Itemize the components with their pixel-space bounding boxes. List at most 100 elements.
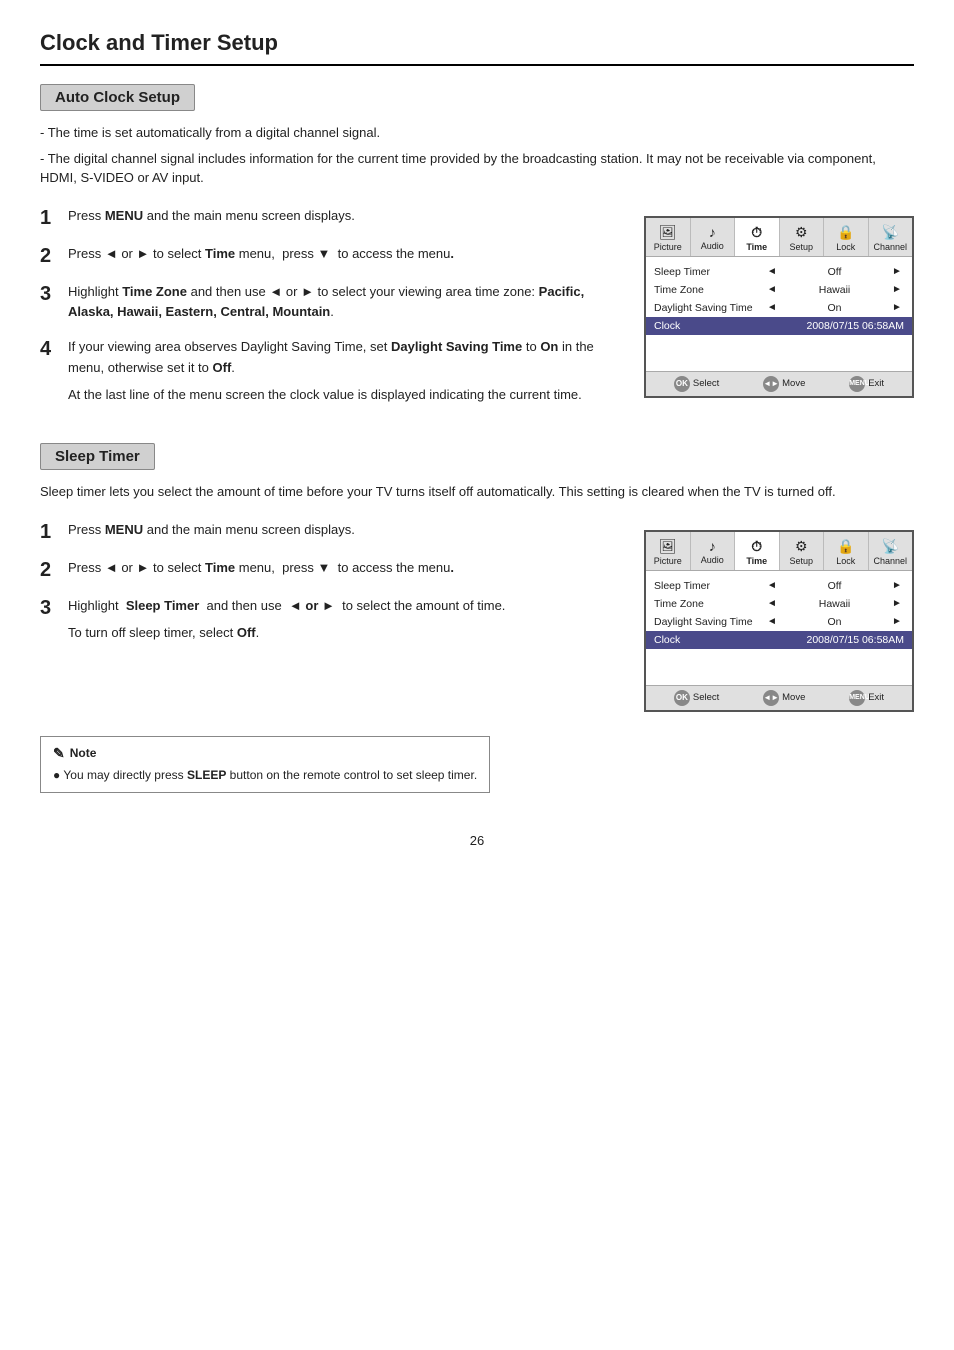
step-num-2: 2 xyxy=(40,244,58,268)
footer-exit-1: MENU Exit xyxy=(849,376,884,392)
sleep-timer-section: Sleep Timer Sleep timer lets you select … xyxy=(40,443,914,793)
audio-icon-1: ♪ xyxy=(693,224,733,240)
move-button-icon-1: ◄► xyxy=(763,376,779,392)
menu-footer-1: OK Select ◄► Move MENU Exit xyxy=(646,371,912,396)
channel-icon-1: 📡 xyxy=(871,224,911,241)
timezone-arrow-right-2: ► xyxy=(890,598,904,609)
auto-clock-intro: - The time is set automatically from a d… xyxy=(40,123,914,188)
sleep-value-1: Off xyxy=(779,266,890,278)
step-3: 3 Highlight Time Zone and then use ◄ or … xyxy=(40,282,624,324)
timezone-arrow-right-1: ► xyxy=(890,284,904,295)
step-text-4-sub: At the last line of the menu screen the … xyxy=(68,385,624,406)
menu-footer-2: OK Select ◄► Move MENU Exit xyxy=(646,685,912,710)
step-4: 4 If your viewing area observes Daylight… xyxy=(40,337,624,405)
menu-row-clock-1: Clock 2008/07/15 06:58AM xyxy=(646,317,912,335)
tab-picture-label-1: Picture xyxy=(648,242,688,252)
dst-value-2: On xyxy=(779,616,890,628)
menu-row-timezone-2: Time Zone ◄ Hawaii ► xyxy=(646,595,912,613)
tab-lock-2: 🔒 Lock xyxy=(824,532,869,570)
tab-setup-label-1: Setup xyxy=(782,242,822,252)
footer-exit-2: MENU Exit xyxy=(849,690,884,706)
menu-body-2: Sleep Timer ◄ Off ► Time Zone ◄ Hawaii ►… xyxy=(646,571,912,685)
sleep-timer-header: Sleep Timer xyxy=(40,443,155,470)
timezone-arrow-left-1: ◄ xyxy=(765,284,779,295)
tab-lock-label-1: Lock xyxy=(826,242,866,252)
intro-line-2: - The digital channel signal includes in… xyxy=(40,149,914,188)
menu-tabs-1: 🖼 Picture ♪ Audio ⏱ Time ⚙ Setup xyxy=(646,218,912,257)
sleep-step-num-1: 1 xyxy=(40,520,58,544)
menu-body-1: Sleep Timer ◄ Off ► Time Zone ◄ Hawaii ►… xyxy=(646,257,912,371)
step-text-4: If your viewing area observes Daylight S… xyxy=(68,337,624,405)
tab-channel-1: 📡 Channel xyxy=(869,218,913,256)
footer-select-2: OK Select xyxy=(674,690,719,706)
clock-label-2: Clock xyxy=(654,634,807,646)
tab-picture-label-2: Picture xyxy=(648,556,688,566)
setup-icon-1: ⚙ xyxy=(782,224,822,241)
timezone-value-2: Hawaii xyxy=(779,598,890,610)
dst-label-2: Daylight Saving Time xyxy=(654,616,765,628)
step-1: 1 Press MENU and the main menu screen di… xyxy=(40,206,624,230)
sleep-step-3: 3 Highlight Sleep Timer and then use ◄ o… xyxy=(40,596,624,644)
footer-exit-label-1: Exit xyxy=(868,378,884,389)
note-box: ✎ Note ● You may directly press SLEEP bu… xyxy=(40,736,490,793)
tab-time-1: ⏱ Time xyxy=(735,218,780,256)
sleep-step-num-2: 2 xyxy=(40,558,58,582)
sleep-step-num-3: 3 xyxy=(40,596,58,620)
tab-lock-label-2: Lock xyxy=(826,556,866,566)
page-title: Clock and Timer Setup xyxy=(40,30,914,66)
tab-time-label-2: Time xyxy=(737,556,777,566)
menu-row-dst-2: Daylight Saving Time ◄ On ► xyxy=(646,613,912,631)
clock-value-2: 2008/07/15 06:58AM xyxy=(807,634,905,646)
picture-icon-2: 🖼 xyxy=(648,538,688,555)
tab-setup-1: ⚙ Setup xyxy=(780,218,825,256)
footer-move-label-1: Move xyxy=(782,378,805,389)
ok-button-icon-1: OK xyxy=(674,376,690,392)
tab-audio-2: ♪ Audio xyxy=(691,532,736,570)
step-num-1: 1 xyxy=(40,206,58,230)
time-icon-2: ⏱ xyxy=(737,538,777,555)
sleep-step-text-1: Press MENU and the main menu screen disp… xyxy=(68,520,624,541)
menu-row-sleep-2: Sleep Timer ◄ Off ► xyxy=(646,577,912,595)
sleep-timer-label-2: Sleep Timer xyxy=(654,580,765,592)
dst-label-1: Daylight Saving Time xyxy=(654,302,765,314)
tab-time-label-1: Time xyxy=(737,242,777,252)
intro-line-1: - The time is set automatically from a d… xyxy=(40,123,914,143)
tab-audio-label-1: Audio xyxy=(693,241,733,251)
sleep-timer-steps: 1 Press MENU and the main menu screen di… xyxy=(40,520,624,712)
sleep-arrow-left-1: ◄ xyxy=(765,266,779,277)
ok-button-icon-2: OK xyxy=(674,690,690,706)
footer-move-2: ◄► Move xyxy=(763,690,805,706)
menu-row-sleep-1: Sleep Timer ◄ Off ► xyxy=(646,263,912,281)
timezone-label-1: Time Zone xyxy=(654,284,765,296)
menu-ui-2: 🖼 Picture ♪ Audio ⏱ Time ⚙ Setup xyxy=(644,530,914,712)
setup-icon-2: ⚙ xyxy=(782,538,822,555)
note-text: ● You may directly press SLEEP button on… xyxy=(53,766,477,784)
sleep-step-text-2: Press ◄ or ► to select Time menu, press … xyxy=(68,558,624,579)
tab-channel-label-1: Channel xyxy=(871,242,911,252)
sleep-step-text-3: Highlight Sleep Timer and then use ◄ or … xyxy=(68,596,624,644)
note-icon: ✎ xyxy=(53,745,65,762)
page-number: 26 xyxy=(40,833,914,848)
menu-tabs-2: 🖼 Picture ♪ Audio ⏱ Time ⚙ Setup xyxy=(646,532,912,571)
footer-select-label-1: Select xyxy=(693,378,719,389)
timezone-arrow-left-2: ◄ xyxy=(765,598,779,609)
auto-clock-steps: 1 Press MENU and the main menu screen di… xyxy=(40,206,624,420)
auto-clock-header: Auto Clock Setup xyxy=(40,84,195,111)
tab-time-2: ⏱ Time xyxy=(735,532,780,570)
move-button-icon-2: ◄► xyxy=(763,690,779,706)
sleep-timer-label-1: Sleep Timer xyxy=(654,266,765,278)
step-text-2: Press ◄ or ► to select Time menu, press … xyxy=(68,244,624,265)
dst-arrow-left-2: ◄ xyxy=(765,616,779,627)
menu-spacer-1 xyxy=(646,335,912,365)
step-text-3: Highlight Time Zone and then use ◄ or ► … xyxy=(68,282,624,324)
footer-exit-label-2: Exit xyxy=(868,692,884,703)
tab-setup-label-2: Setup xyxy=(782,556,822,566)
timezone-value-1: Hawaii xyxy=(779,284,890,296)
audio-icon-2: ♪ xyxy=(693,538,733,554)
auto-clock-section: Auto Clock Setup - The time is set autom… xyxy=(40,84,914,419)
dst-arrow-right-1: ► xyxy=(890,302,904,313)
menu-button-icon-1: MENU xyxy=(849,376,865,392)
channel-icon-2: 📡 xyxy=(871,538,911,555)
menu-row-clock-2: Clock 2008/07/15 06:58AM xyxy=(646,631,912,649)
step-text-1: Press MENU and the main menu screen disp… xyxy=(68,206,624,227)
